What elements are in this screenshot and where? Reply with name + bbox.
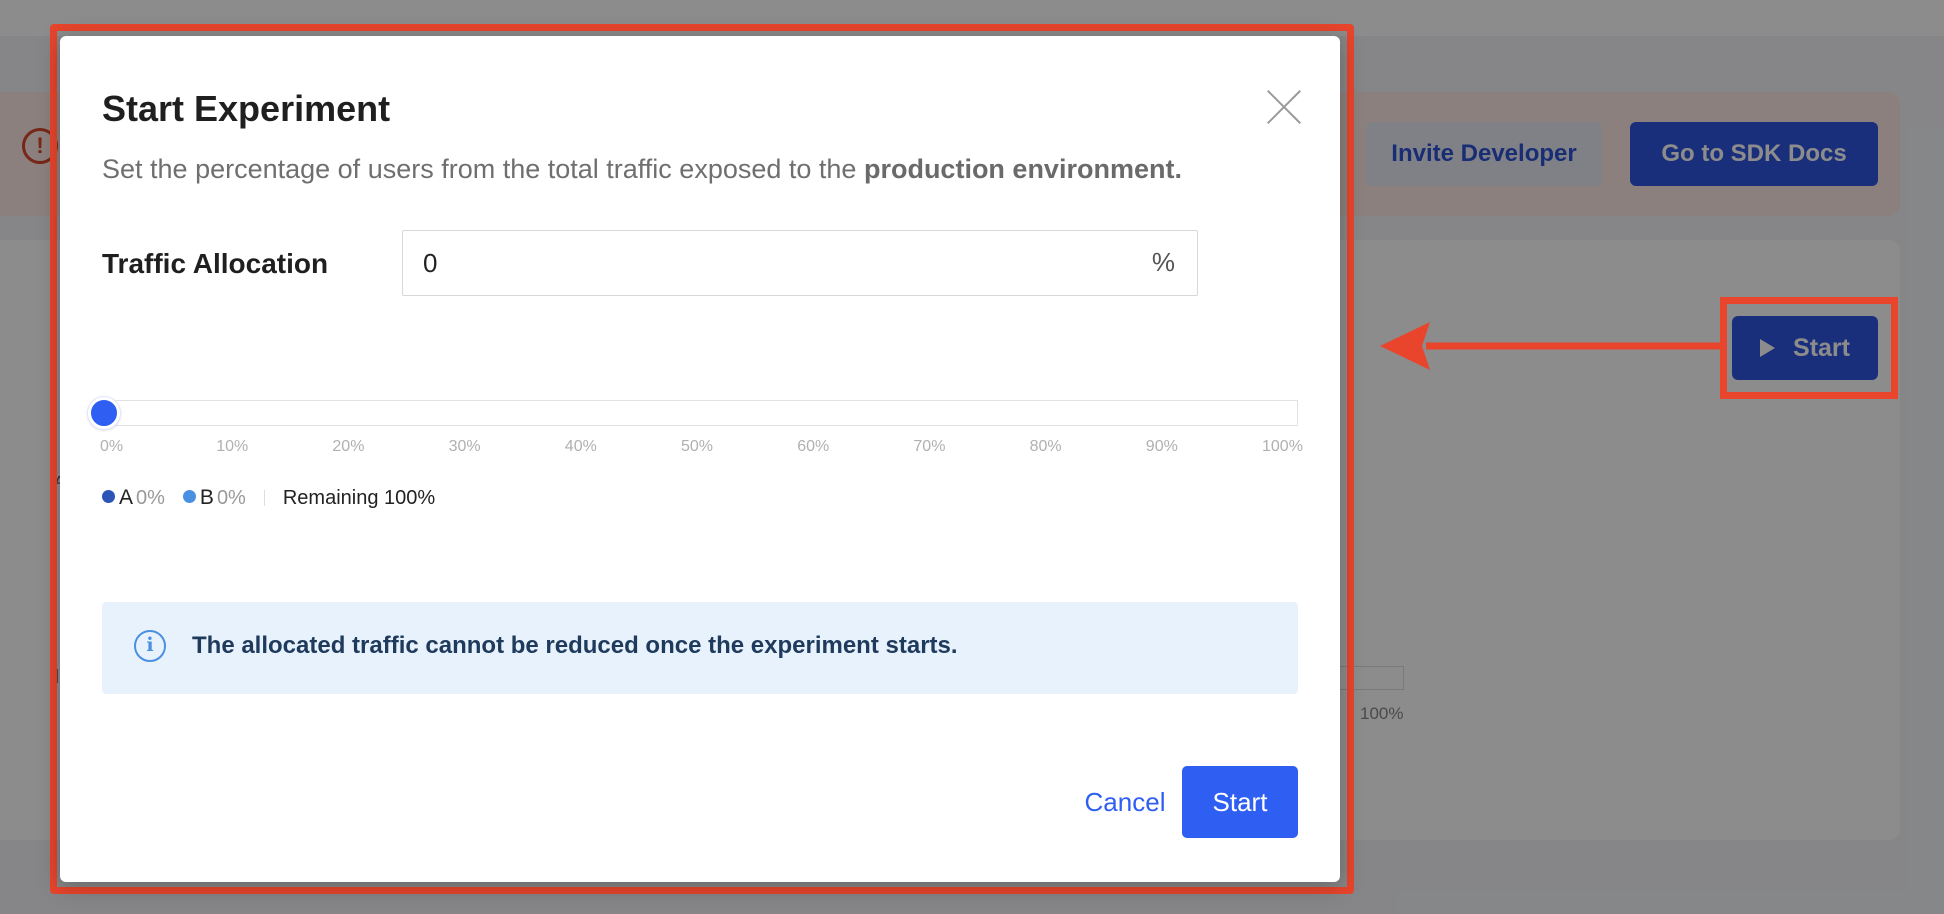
close-icon[interactable] <box>1256 80 1312 136</box>
variant-b-value: 0% <box>216 486 246 509</box>
slider-tick-label: 50% <box>681 438 714 455</box>
modal-description-bold: production environment. <box>863 154 1182 184</box>
traffic-allocation-field: % <box>402 230 1198 296</box>
info-icon: i <box>134 630 166 662</box>
traffic-slider-track[interactable] <box>100 400 1298 426</box>
slider-tick-label: 10% <box>216 438 249 455</box>
slider-tick-label: 80% <box>1029 438 1062 455</box>
slider-tick-label: 60% <box>797 438 830 455</box>
start-button[interactable]: Start <box>1182 766 1298 838</box>
slider-tick-label: 70% <box>913 438 946 455</box>
cancel-button[interactable]: Cancel <box>1060 766 1190 838</box>
variant-a-value: 0% <box>136 486 165 509</box>
variant-a-label: A <box>119 486 134 509</box>
variant-legend: A 0% B 0% Remaining 100% <box>102 486 435 510</box>
slider-tick-label: 30% <box>448 438 481 455</box>
slider-tick-label: 100% <box>1262 438 1303 455</box>
traffic-allocation-label: Traffic Allocation <box>102 248 329 279</box>
annotation-arrow <box>1380 322 1720 370</box>
variant-b-label: B <box>199 486 214 509</box>
percent-unit: % <box>1151 247 1175 277</box>
slider-tick-label: 40% <box>564 438 597 455</box>
modal-title: Start Experiment <box>102 88 391 129</box>
start-experiment-modal: Start Experiment Set the percentage of u… <box>60 36 1340 882</box>
slider-tick-label: 90% <box>1145 438 1178 455</box>
traffic-slider-handle[interactable] <box>88 397 120 429</box>
slider-tick-label: 20% <box>332 438 365 455</box>
modal-description: Set the percentage of users from the tot… <box>102 154 1182 185</box>
variant-a-dot <box>102 489 115 503</box>
slider-tick-label: 0% <box>100 438 124 455</box>
info-alert: i The allocated traffic cannot be reduce… <box>102 602 1298 694</box>
modal-description-text: Set the percentage of users from the tot… <box>102 154 864 184</box>
traffic-allocation-input[interactable] <box>423 241 1123 285</box>
annotation-start-highlight <box>1720 297 1898 399</box>
slider-tick-labels: 0% 10% 20% 30% 40% 50% 60% 70% 80% 90% 100% <box>100 438 1303 458</box>
variant-b-dot <box>182 489 196 503</box>
info-alert-text: The allocated traffic cannot be reduced … <box>192 632 958 659</box>
legend-divider <box>263 490 265 506</box>
remaining-traffic: Remaining 100% <box>282 486 436 509</box>
